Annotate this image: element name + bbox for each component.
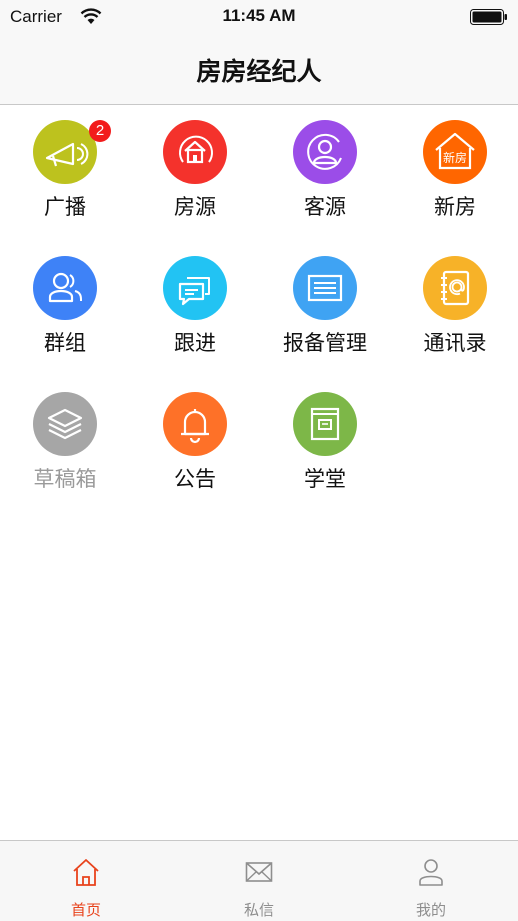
tile-label: 草稿箱 (33, 467, 97, 491)
tile-broadcast[interactable]: 2 广播 (0, 105, 130, 235)
house-source-icon (163, 120, 227, 184)
tab-label: 私信 (243, 901, 274, 919)
tile-label: 客源 (304, 195, 346, 219)
classroom-icon (293, 392, 357, 456)
status-bar: Carrier 11:45 AM (0, 0, 518, 34)
tile-house-source[interactable]: 房源 (130, 105, 260, 235)
tile-client-source[interactable]: 客源 (260, 105, 390, 235)
contacts-icon (423, 256, 487, 320)
tab-home[interactable]: 首页 (0, 841, 172, 921)
tab-label: 首页 (70, 901, 101, 919)
tile-group[interactable]: 群组 (0, 241, 130, 371)
tile-label: 群组 (44, 331, 86, 355)
tile-new-house[interactable]: 新房 新房 (390, 105, 518, 235)
tile-label: 广播 (44, 195, 86, 219)
follow-up-icon (163, 256, 227, 320)
tab-label: 我的 (415, 901, 446, 919)
new-house-icon: 新房 (423, 120, 487, 184)
megaphone-icon (33, 120, 97, 184)
notification-badge: 2 (89, 120, 111, 142)
tile-label: 学堂 (304, 467, 346, 491)
tile-contacts[interactable]: 通讯录 (390, 241, 518, 371)
tile-label: 房源 (174, 195, 216, 219)
tab-profile[interactable]: 我的 (345, 841, 517, 921)
tile-label: 公告 (174, 467, 216, 491)
tile-classroom[interactable]: 学堂 (260, 377, 390, 507)
tile-follow-up[interactable]: 跟进 (130, 241, 260, 371)
tile-label: 通讯录 (423, 331, 487, 355)
tile-label: 跟进 (174, 331, 216, 355)
drafts-icon (33, 392, 97, 456)
report-icon (293, 256, 357, 320)
new-house-icon-text: 新房 (443, 150, 467, 165)
client-icon (293, 120, 357, 184)
tile-drafts[interactable]: 草稿箱 (0, 377, 130, 507)
tile-announcement[interactable]: 公告 (130, 377, 260, 507)
nav-bar: 房房经纪人 (0, 34, 518, 105)
bell-icon (163, 392, 227, 456)
clock: 11:45 AM (222, 6, 296, 25)
tile-label: 报备管理 (283, 331, 367, 355)
tile-label: 新房 (434, 195, 476, 219)
page-title: 房房经纪人 (196, 57, 322, 86)
home-icon (73, 859, 99, 886)
battery-icon (470, 9, 507, 25)
tab-bar: 首页 私信 我的 (0, 840, 518, 921)
profile-icon (419, 859, 443, 886)
group-icon (33, 256, 97, 320)
mail-icon (245, 862, 273, 882)
tab-messages[interactable]: 私信 (173, 841, 345, 921)
tile-report-management[interactable]: 报备管理 (260, 241, 390, 371)
